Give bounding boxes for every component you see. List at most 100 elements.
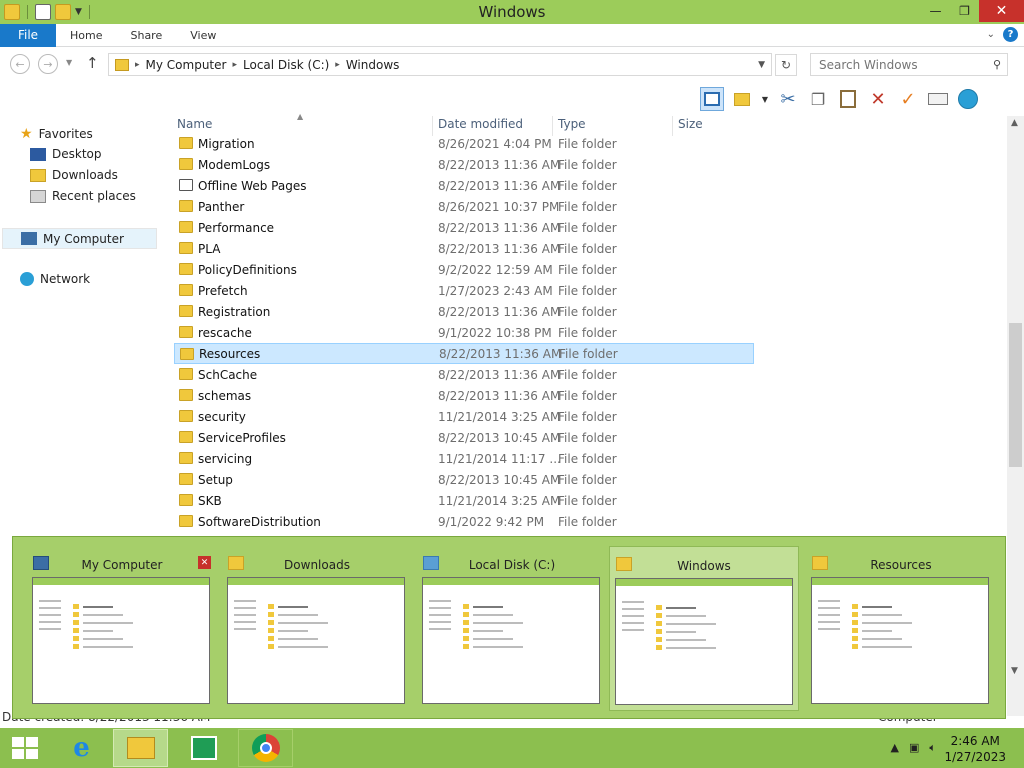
search-box[interactable]: ⚲: [810, 53, 1008, 76]
start-button[interactable]: [12, 737, 38, 759]
checkmark-icon[interactable]: ✓: [896, 87, 920, 111]
scrollbar-thumb[interactable]: [1009, 323, 1022, 467]
copy-icon[interactable]: ❐: [806, 87, 830, 111]
internet-explorer-button[interactable]: e: [54, 729, 109, 767]
nav-recent-places[interactable]: Recent places: [30, 189, 136, 203]
search-input[interactable]: [819, 57, 989, 72]
nav-desktop[interactable]: Desktop: [30, 147, 102, 161]
help-icon[interactable]: ?: [1003, 27, 1018, 42]
maximize-button[interactable]: ❐: [950, 0, 979, 22]
table-row[interactable]: ServiceProfiles 8/22/2013 10:45 AM File fo…: [174, 427, 754, 448]
expand-ribbon-icon[interactable]: ⌄: [987, 29, 995, 40]
cut-icon[interactable]: ✂: [776, 87, 800, 111]
scroll-down-icon[interactable]: ▼: [1011, 666, 1018, 676]
table-row[interactable]: SoftwareDistribution 9/1/2022 9:42 PM File…: [174, 511, 754, 532]
table-row[interactable]: rescache 9/1/2022 10:38 PM File folder: [174, 322, 754, 343]
preview-folder-icon: [656, 637, 662, 642]
table-row[interactable]: Performance 8/22/2013 11:36 AM File folder: [174, 217, 754, 238]
minimize-button[interactable]: —: [921, 0, 950, 22]
new-folder-icon[interactable]: [730, 87, 754, 111]
thumbnail-local-disk-c[interactable]: Local Disk (C:): [417, 546, 607, 711]
nav-downloads[interactable]: Downloads: [30, 168, 118, 182]
preview-pane-icon[interactable]: [700, 87, 724, 111]
tab-share[interactable]: Share: [116, 29, 176, 42]
chevron-down-icon[interactable]: ▼: [760, 87, 770, 111]
thumbnail-close-button[interactable]: ✕: [198, 556, 211, 569]
table-row[interactable]: Migration 8/26/2021 4:04 PM File folder: [174, 133, 754, 154]
vertical-scrollbar[interactable]: ▲ ▼: [1007, 116, 1024, 716]
table-row[interactable]: SKB 11/21/2014 3:25 AM File folder: [174, 490, 754, 511]
table-row[interactable]: Setup 8/22/2013 10:45 AM File folder: [174, 469, 754, 490]
file-name: SKB: [198, 493, 222, 508]
window-preview: [422, 577, 600, 704]
tab-home[interactable]: Home: [56, 29, 116, 42]
thumbnail-title: Windows: [677, 559, 731, 573]
refresh-button[interactable]: ↻: [775, 54, 797, 76]
search-icon[interactable]: ⚲: [993, 58, 1001, 71]
nav-favorites[interactable]: ★ Favorites: [20, 126, 93, 142]
chrome-icon: [251, 734, 280, 762]
table-row[interactable]: Resources 8/22/2013 11:36 AM File folder: [174, 343, 754, 364]
network-status-icon[interactable]: ▣: [909, 741, 919, 755]
globe-icon[interactable]: [956, 87, 980, 111]
breadcrumb-windows[interactable]: Windows: [340, 58, 406, 72]
nav-network[interactable]: Network: [20, 272, 90, 286]
table-row[interactable]: Prefetch 1/27/2023 2:43 AM File folder: [174, 280, 754, 301]
clock[interactable]: 2:46 AM 1/27/2023: [944, 733, 1006, 765]
address-bar[interactable]: ▸ My Computer ▸ Local Disk (C:) ▸ Window…: [108, 53, 772, 76]
close-button[interactable]: ✕: [979, 0, 1024, 22]
table-row[interactable]: Offline Web Pages 8/22/2013 11:36 AM File …: [174, 175, 754, 196]
table-row[interactable]: security 11/21/2014 3:25 AM File folder: [174, 406, 754, 427]
tab-file[interactable]: File: [0, 23, 56, 47]
preview-folder-icon: [656, 621, 662, 626]
table-row[interactable]: PLA 8/22/2013 11:36 AM File folder: [174, 238, 754, 259]
folder-icon: [179, 305, 193, 317]
up-button[interactable]: ↑: [86, 54, 99, 72]
tab-view[interactable]: View: [176, 29, 230, 42]
folder-icon: [179, 326, 193, 338]
thumbnail-resources[interactable]: Resources: [806, 546, 996, 711]
thumbnail-my-computer[interactable]: My Computer ✕: [27, 546, 217, 711]
file-type: File folder: [558, 136, 617, 151]
preview-nav-line: [39, 621, 61, 623]
computer-icon: [21, 232, 37, 245]
delete-icon[interactable]: ✕: [866, 87, 890, 111]
show-hidden-icons-icon[interactable]: ▲: [891, 741, 899, 755]
breadcrumb-local-disk[interactable]: Local Disk (C:): [237, 58, 335, 72]
table-row[interactable]: servicing 11/21/2014 11:17 ... File folder: [174, 448, 754, 469]
table-row[interactable]: Panther 8/26/2021 10:37 PM File folder: [174, 196, 754, 217]
table-row[interactable]: schemas 8/22/2013 11:36 AM File folder: [174, 385, 754, 406]
breadcrumb-my-computer[interactable]: My Computer: [140, 58, 233, 72]
preview-folder-icon: [268, 644, 274, 649]
table-row[interactable]: Registration 8/22/2013 11:36 AM File folde…: [174, 301, 754, 322]
back-button[interactable]: ←: [10, 54, 30, 74]
rename-icon[interactable]: [926, 87, 950, 111]
store-button[interactable]: [176, 729, 231, 767]
preview-nav-line: [818, 614, 840, 616]
preview-folder-icon: [656, 645, 662, 650]
preview-title-bar: [33, 578, 209, 585]
forward-button[interactable]: →: [38, 54, 58, 74]
volume-icon[interactable]: 🔈︎: [929, 741, 936, 755]
preview-nav-line: [622, 629, 644, 631]
file-explorer-button[interactable]: [113, 729, 168, 767]
chevron-down-icon[interactable]: ▼: [758, 60, 765, 70]
thumbnail-windows[interactable]: Windows: [609, 546, 799, 711]
nav-my-computer[interactable]: My Computer: [2, 228, 157, 249]
table-row[interactable]: PolicyDefinitions 9/2/2022 12:59 AM File f…: [174, 259, 754, 280]
preview-nav-line: [39, 600, 61, 602]
scroll-up-icon[interactable]: ▲: [1011, 118, 1018, 128]
preview-folder-icon: [73, 628, 79, 633]
recent-locations-icon[interactable]: ▼: [66, 58, 72, 67]
thumbnail-downloads[interactable]: Downloads: [222, 546, 412, 711]
chrome-button[interactable]: [238, 729, 293, 767]
preview-folder-icon: [852, 604, 858, 609]
table-row[interactable]: SchCache 8/22/2013 11:36 AM File folder: [174, 364, 754, 385]
preview-line: [473, 622, 523, 624]
table-row[interactable]: ModemLogs 8/22/2013 11:36 AM File folder: [174, 154, 754, 175]
file-date-modified: 8/22/2013 11:36 AM: [438, 220, 561, 235]
window-title: Windows: [478, 3, 546, 21]
file-date-modified: 8/22/2013 10:45 AM: [438, 430, 561, 445]
preview-line: [862, 646, 912, 648]
paste-icon[interactable]: [836, 87, 860, 111]
